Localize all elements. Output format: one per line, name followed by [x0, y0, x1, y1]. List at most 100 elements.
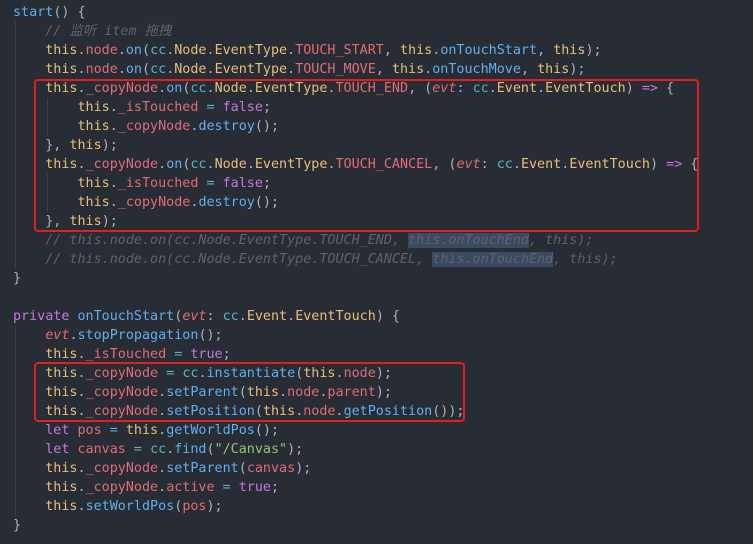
code-token: onTouchStart — [77, 309, 175, 324]
code-token: . — [158, 385, 167, 400]
code-line[interactable]: this._copyNode.setParent(this.node.paren… — [13, 383, 392, 402]
code-token: . — [512, 157, 521, 172]
code-line[interactable]: this._copyNode.on(cc.Node.EventType.TOUC… — [13, 155, 698, 174]
code-token: . — [246, 157, 255, 172]
code-token: getWorldPos — [166, 423, 255, 438]
code-token: ); — [569, 62, 586, 77]
code-line[interactable]: this._copyNode.setParent(canvas); — [13, 459, 311, 478]
code-token: ); — [375, 366, 392, 381]
code-token: Event — [520, 157, 562, 172]
code-line[interactable]: this.node.on(cc.Node.EventType.TOUCH_MOV… — [13, 60, 585, 79]
code-token: . — [335, 404, 344, 419]
code-line[interactable]: this._copyNode.setPosition(this.node.get… — [13, 402, 464, 421]
code-line[interactable]: this._copyNode.active = true; — [13, 478, 279, 497]
code-line[interactable]: } — [13, 269, 21, 288]
code-token: . — [206, 62, 215, 77]
code-token: evt — [456, 157, 481, 172]
code-token: on — [125, 62, 142, 77]
code-token: . — [77, 461, 86, 476]
code-line[interactable]: // 监听 item 拖拽 — [13, 22, 171, 41]
code-token: node — [343, 366, 376, 381]
code-token: cc — [496, 157, 513, 172]
code-token: { — [682, 157, 699, 172]
code-line[interactable]: this._copyNode.destroy(); — [13, 193, 280, 212]
code-token: . — [287, 62, 296, 77]
code-token: (); — [254, 195, 280, 210]
code-token: // this.node.on(cc.Node.EventType.TOUCH_… — [45, 233, 409, 248]
code-line[interactable]: this._isTouched = false; — [13, 174, 272, 193]
code-token: this — [125, 423, 159, 438]
code-token: . — [117, 62, 126, 77]
code-line[interactable]: } — [13, 516, 21, 535]
code-token: . — [246, 81, 255, 96]
code-line[interactable]: this._copyNode.on(cc.Node.EventType.TOUC… — [13, 79, 674, 98]
code-line[interactable]: this._copyNode.destroy(); — [13, 117, 280, 136]
code-token: (); — [198, 328, 223, 343]
code-token: ) — [625, 81, 642, 96]
code-line[interactable]: let canvas = cc.find("/Canvas"); — [13, 440, 303, 459]
code-token: , — [375, 62, 392, 77]
code-token: } — [13, 271, 22, 286]
code-token: { — [658, 81, 675, 96]
code-token: setWorldPos — [85, 499, 175, 514]
code-token: let — [45, 442, 70, 457]
code-token: cc — [150, 62, 167, 77]
code-token: TOUCH_END — [335, 81, 409, 96]
code-token: setParent — [166, 461, 239, 476]
code-token: _copyNode — [117, 119, 191, 134]
code-token: this — [77, 195, 110, 210]
code-token: . — [206, 43, 215, 58]
code-token: _isTouched — [85, 347, 167, 362]
code-token: . — [238, 309, 247, 324]
code-token: , — [520, 62, 538, 77]
code-line[interactable]: evt.stopPropagation(); — [13, 326, 223, 345]
code-token: active — [166, 480, 215, 495]
code-line[interactable]: start() { — [13, 3, 86, 22]
code-token: cc — [472, 81, 489, 96]
code-line[interactable]: private onTouchStart(evt: cc.Event.Event… — [13, 307, 400, 326]
code-line[interactable]: this._copyNode = cc.instantiate(this.nod… — [13, 364, 392, 383]
code-token: . — [77, 62, 86, 77]
code-token: destroy — [198, 119, 255, 134]
code-token: = — [166, 347, 191, 362]
code-line[interactable]: this.node.on(cc.Node.EventType.TOUCH_STA… — [13, 41, 601, 60]
code-token: this — [45, 157, 78, 172]
code-token: . — [488, 81, 497, 96]
code-token: private — [13, 309, 70, 324]
code-line[interactable]: this.setWorldPos(pos); — [13, 497, 222, 516]
code-line[interactable]: let pos = this.getWorldPos(); — [13, 421, 279, 440]
code-line[interactable]: }, this); — [13, 136, 118, 155]
code-token: start — [13, 5, 54, 20]
code-line[interactable]: this._isTouched = false; — [13, 98, 272, 117]
code-token: node — [85, 43, 118, 58]
code-line[interactable]: }, this); — [13, 212, 118, 231]
code-line[interactable]: this._isTouched = true; — [13, 345, 230, 364]
code-editor[interactable]: start() { // 监听 item 拖拽 this.node.on(cc.… — [0, 0, 753, 544]
code-token: TOUCH_START — [295, 43, 384, 58]
code-token: this — [45, 347, 78, 362]
code-token: _copyNode — [85, 404, 159, 419]
code-token: = — [214, 480, 239, 495]
code-token: . — [537, 81, 546, 96]
code-token: . — [158, 423, 167, 438]
code-token: node — [287, 385, 320, 400]
code-token: TOUCH_CANCEL — [335, 157, 433, 172]
code-token: stopPropagation — [77, 328, 199, 343]
code-line[interactable]: // this.node.on(cc.Node.EventType.TOUCH_… — [13, 231, 593, 250]
code-token: this — [69, 214, 102, 229]
code-token: this — [45, 81, 78, 96]
code-line[interactable]: // this.node.on(cc.Node.EventType.TOUCH_… — [13, 250, 618, 269]
code-token: _isTouched — [117, 176, 199, 191]
